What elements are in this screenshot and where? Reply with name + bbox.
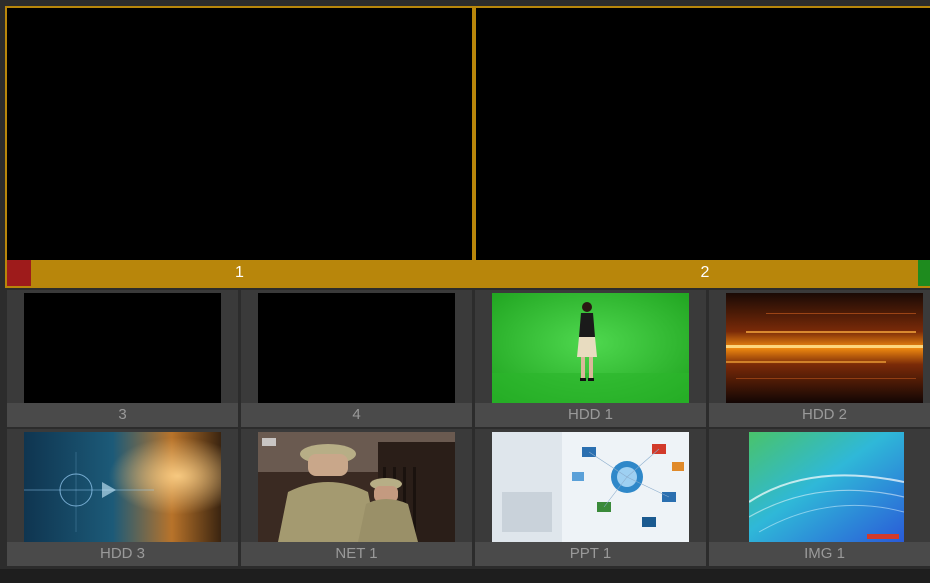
- multiview-panel: 1 2 3 4 HDD 1 HDD 2 HDD 3 NET 1 PPT 1 IM…: [0, 0, 930, 583]
- monitor-screen: [11, 11, 468, 258]
- source-tile-img1[interactable]: IMG 1: [709, 429, 930, 566]
- source-tile-hdd3[interactable]: HDD 3: [7, 429, 238, 566]
- source-thumbnail: [24, 293, 221, 403]
- monitor-label: 2: [700, 264, 710, 281]
- source-thumbnail-video: [258, 432, 455, 542]
- source-tile-hdd2[interactable]: HDD 2: [709, 290, 930, 427]
- source-thumbnail-presentation: [492, 432, 689, 542]
- tally-indicator-green: [918, 260, 930, 286]
- source-label: HDD 3: [7, 542, 238, 566]
- source-tile-hdd1[interactable]: HDD 1: [475, 290, 706, 427]
- source-thumbnail-image: [749, 432, 904, 542]
- source-label: HDD 1: [475, 403, 706, 427]
- source-label: HDD 2: [709, 403, 930, 427]
- source-label: 4: [241, 403, 472, 427]
- tally-indicator-red: [7, 260, 31, 286]
- source-label: IMG 1: [709, 542, 930, 566]
- source-thumbnail-green-screen: [492, 293, 689, 403]
- source-label: PPT 1: [475, 542, 706, 566]
- source-thumbnail: [258, 293, 455, 403]
- monitor-screen: [480, 11, 930, 258]
- preview-monitor-1[interactable]: 1: [5, 6, 474, 288]
- monitor-label: 1: [235, 264, 244, 281]
- monitor-label-bar: 2: [476, 260, 930, 286]
- program-monitor-2[interactable]: 2: [474, 6, 930, 288]
- status-bar: [0, 569, 930, 583]
- source-tile-4[interactable]: 4: [241, 290, 472, 427]
- source-label: 3: [7, 403, 238, 427]
- source-thumbnail-tech: [24, 432, 221, 542]
- source-thumbnail-light-streaks: [726, 293, 923, 403]
- monitor-label-bar: 1: [7, 260, 472, 286]
- source-tile-net1[interactable]: NET 1: [241, 429, 472, 566]
- source-tile-3[interactable]: 3: [7, 290, 238, 427]
- source-label: NET 1: [241, 542, 472, 566]
- source-tile-ppt1[interactable]: PPT 1: [475, 429, 706, 566]
